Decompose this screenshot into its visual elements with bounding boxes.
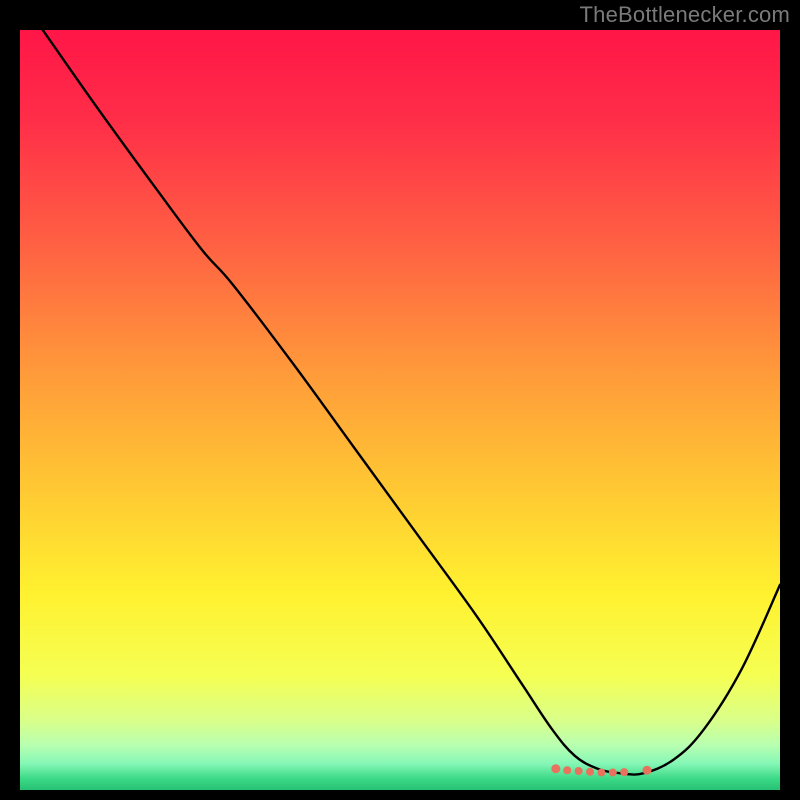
marker-dot (575, 767, 583, 775)
marker-dot (620, 768, 628, 776)
plot-area (20, 30, 780, 790)
marker-dot (609, 769, 617, 777)
marker-dot (597, 769, 605, 777)
marker-dot (586, 768, 594, 776)
chart-svg (20, 30, 780, 790)
chart-container: TheBottlenecker.com (0, 0, 800, 800)
marker-dot (563, 766, 571, 774)
marker-dot (643, 766, 652, 775)
gradient-background (20, 30, 780, 790)
attribution-text: TheBottlenecker.com (580, 2, 790, 28)
marker-dot (551, 764, 560, 773)
